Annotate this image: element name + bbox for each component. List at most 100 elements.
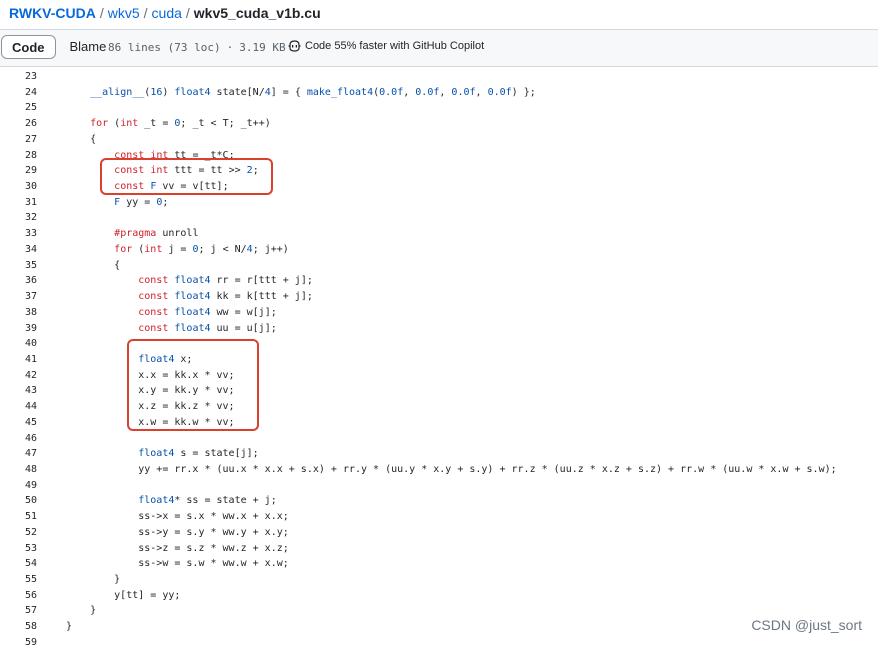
line-number[interactable]: 57 bbox=[0, 603, 37, 619]
code-line: 52 ss->y = s.y * ww.y + x.y; bbox=[0, 525, 878, 541]
line-number[interactable]: 39 bbox=[0, 321, 37, 337]
code-text: for (int j = 0; j < N/4; j++) bbox=[114, 243, 289, 255]
line-number[interactable]: 56 bbox=[0, 588, 37, 604]
code-text: #pragma unroll bbox=[114, 228, 199, 240]
line-number[interactable]: 36 bbox=[0, 273, 37, 289]
code-line: 59 bbox=[0, 635, 878, 651]
code-text: } bbox=[66, 621, 73, 633]
code-line: 57 } bbox=[0, 603, 878, 619]
code-line: 55 } bbox=[0, 572, 878, 588]
line-number[interactable]: 45 bbox=[0, 415, 37, 431]
code-text: yy += rr.x * (uu.x * x.x + s.x) + rr.y *… bbox=[66, 464, 837, 475]
file-toolbar: Code Blame 86 lines (73 loc) · 3.19 KB Cod… bbox=[0, 29, 878, 67]
code-text: } bbox=[66, 605, 97, 617]
code-text: { bbox=[66, 133, 97, 145]
copilot-icon bbox=[288, 40, 301, 52]
code-line: 38 const float4 ww = w[j]; bbox=[0, 305, 878, 321]
annotation-box bbox=[127, 339, 259, 431]
line-number[interactable]: 46 bbox=[0, 431, 37, 447]
line-number[interactable]: 31 bbox=[0, 195, 37, 211]
code-text: const float4 uu = u[j]; bbox=[138, 322, 277, 334]
code-line: 24 __align__(16) float4 state[N/4] = { m… bbox=[0, 85, 878, 101]
code-text: for (int _t = 0; _t < T; _t++) bbox=[90, 118, 271, 130]
code-text: const float4 kk = k[ttt + j]; bbox=[138, 291, 313, 303]
line-number[interactable]: 26 bbox=[0, 116, 37, 132]
copilot-promo-text: Code 55% faster with GitHub Copilot bbox=[305, 40, 485, 52]
line-number[interactable]: 38 bbox=[0, 305, 37, 321]
line-number[interactable]: 48 bbox=[0, 462, 37, 478]
breadcrumb-repo-link[interactable]: RWKV-CUDA bbox=[9, 5, 96, 21]
file-meta: 86 lines (73 loc) · 3.19 KB bbox=[108, 41, 286, 54]
code-line: 50 float4* ss = state + j; bbox=[0, 493, 878, 509]
code-text: const float4 rr = r[ttt + j]; bbox=[138, 275, 313, 287]
code-line: 58} bbox=[0, 619, 878, 635]
code-text: } bbox=[66, 574, 121, 586]
code-line: 37 const float4 kk = k[ttt + j]; bbox=[0, 289, 878, 305]
code-line: 23 bbox=[0, 69, 878, 85]
line-number[interactable]: 32 bbox=[0, 210, 37, 226]
code-text: float4 s = state[j]; bbox=[138, 448, 259, 460]
code-text: ss->z = s.z * ww.z + x.z; bbox=[66, 542, 289, 554]
breadcrumb-current-file: wkv5_cuda_v1b.cu bbox=[193, 5, 321, 21]
line-number[interactable]: 40 bbox=[0, 336, 37, 352]
line-number[interactable]: 34 bbox=[0, 242, 37, 258]
code-text: ss->y = s.y * ww.y + x.y; bbox=[66, 526, 289, 538]
line-number[interactable]: 54 bbox=[0, 556, 37, 572]
line-number[interactable]: 27 bbox=[0, 132, 37, 148]
breadcrumb-separator: / bbox=[185, 5, 190, 21]
line-number[interactable]: 43 bbox=[0, 383, 37, 399]
line-number[interactable]: 30 bbox=[0, 179, 37, 195]
line-number[interactable]: 42 bbox=[0, 368, 37, 384]
line-number[interactable]: 52 bbox=[0, 525, 37, 541]
watermark: CSDN @just_sort bbox=[751, 617, 862, 633]
line-number[interactable]: 23 bbox=[0, 69, 37, 85]
code-line: 32 bbox=[0, 210, 878, 226]
code-line: 56 y[tt] = yy; bbox=[0, 588, 878, 604]
line-number[interactable]: 28 bbox=[0, 148, 37, 164]
line-count: 86 lines (73 loc) bbox=[108, 41, 221, 54]
line-number[interactable]: 41 bbox=[0, 352, 37, 368]
line-number[interactable]: 37 bbox=[0, 289, 37, 305]
code-line: 53 ss->z = s.z * ww.z + x.z; bbox=[0, 541, 878, 557]
breadcrumb-folder-link[interactable]: cuda bbox=[152, 5, 182, 21]
breadcrumb-separator: / bbox=[143, 5, 148, 21]
code-line: 26 for (int _t = 0; _t < T; _t++) bbox=[0, 116, 878, 132]
code-line: 31 F yy = 0; bbox=[0, 195, 878, 211]
breadcrumb-folder-link[interactable]: wkv5 bbox=[108, 5, 140, 21]
file-size: 3.19 KB bbox=[239, 41, 286, 54]
meta-separator: · bbox=[226, 41, 234, 54]
tab-code[interactable]: Code bbox=[1, 35, 56, 59]
code-text: ss->x = s.x * ww.x + x.x; bbox=[66, 511, 289, 523]
code-text: F yy = 0; bbox=[114, 196, 169, 208]
breadcrumb: RWKV-CUDA / wkv5/cuda / wkv5_cuda_v1b.cu bbox=[9, 5, 321, 21]
line-number[interactable]: 49 bbox=[0, 478, 37, 494]
code-line: 54 ss->w = s.w * ww.w + x.w; bbox=[0, 556, 878, 572]
annotation-box bbox=[100, 158, 273, 195]
line-number[interactable]: 59 bbox=[0, 635, 37, 651]
breadcrumb-separator: / bbox=[99, 5, 104, 21]
line-number[interactable]: 24 bbox=[0, 85, 37, 101]
line-number[interactable]: 25 bbox=[0, 100, 37, 116]
code-line: 25 bbox=[0, 100, 878, 116]
line-number[interactable]: 29 bbox=[0, 163, 37, 179]
code-line: 51 ss->x = s.x * ww.x + x.x; bbox=[0, 509, 878, 525]
line-number[interactable]: 35 bbox=[0, 258, 37, 274]
code-line: 46 bbox=[0, 431, 878, 447]
view-mode-switch: Code Blame bbox=[1, 35, 116, 59]
line-number[interactable]: 47 bbox=[0, 446, 37, 462]
code-text: { bbox=[66, 259, 121, 271]
code-line: 49 bbox=[0, 478, 878, 494]
code-line: 34 for (int j = 0; j < N/4; j++) bbox=[0, 242, 878, 258]
code-text: float4* ss = state + j; bbox=[138, 495, 277, 507]
copilot-promo[interactable]: Code 55% faster with GitHub Copilot bbox=[288, 40, 484, 52]
code-line: 39 const float4 uu = u[j]; bbox=[0, 321, 878, 337]
line-number[interactable]: 55 bbox=[0, 572, 37, 588]
line-number[interactable]: 58 bbox=[0, 619, 37, 635]
line-number[interactable]: 51 bbox=[0, 509, 37, 525]
code-text: y[tt] = yy; bbox=[66, 589, 181, 601]
line-number[interactable]: 44 bbox=[0, 399, 37, 415]
line-number[interactable]: 53 bbox=[0, 541, 37, 557]
line-number[interactable]: 50 bbox=[0, 493, 37, 509]
code-line: 35 { bbox=[0, 258, 878, 274]
line-number[interactable]: 33 bbox=[0, 226, 37, 242]
